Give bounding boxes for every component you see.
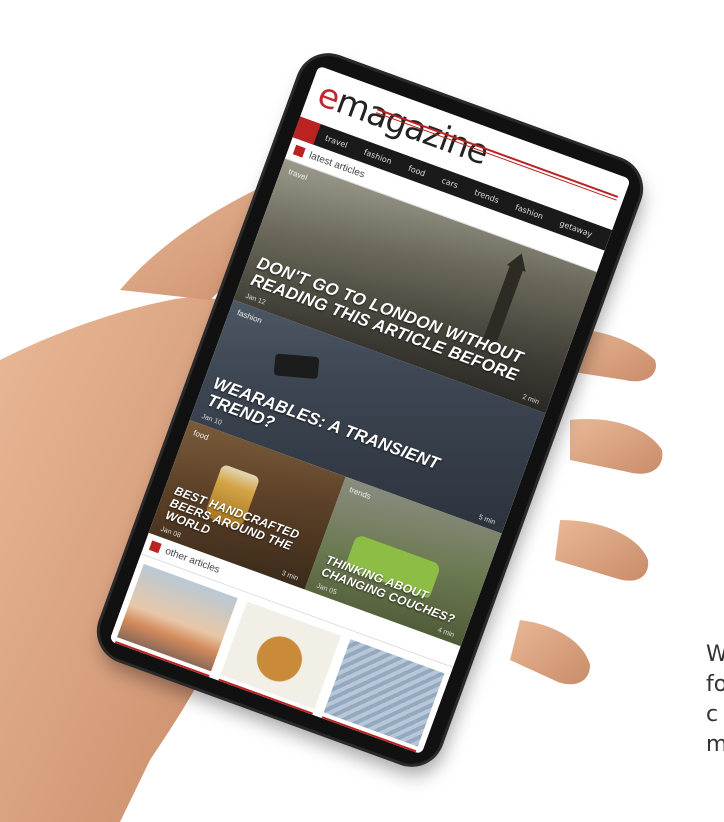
side-caption-fragment: W fo c m — [706, 640, 724, 760]
card-category: fashion — [235, 308, 264, 326]
handheld-phone-shape — [273, 353, 320, 380]
card-category: food — [192, 428, 210, 443]
card-readtime: 4 min — [436, 626, 456, 640]
card-readtime: 5 min — [477, 513, 497, 527]
card-category: trends — [348, 485, 373, 502]
section-marker — [292, 144, 306, 158]
smartphone: emagazine travel fashion food cars trend… — [91, 47, 649, 773]
caption-line: W — [706, 642, 724, 667]
card-readtime: 2 min — [521, 393, 540, 407]
card-readtime: 3 min — [280, 569, 300, 583]
big-ben-shape — [482, 264, 524, 345]
card-date: Jan 05 — [315, 582, 338, 597]
caption-line: fo — [706, 672, 724, 697]
section-marker — [148, 540, 162, 554]
card-category: travel — [287, 167, 309, 183]
card-date: Jan 08 — [159, 525, 182, 540]
caption-line: c — [706, 702, 719, 727]
caption-line: m — [706, 732, 724, 757]
